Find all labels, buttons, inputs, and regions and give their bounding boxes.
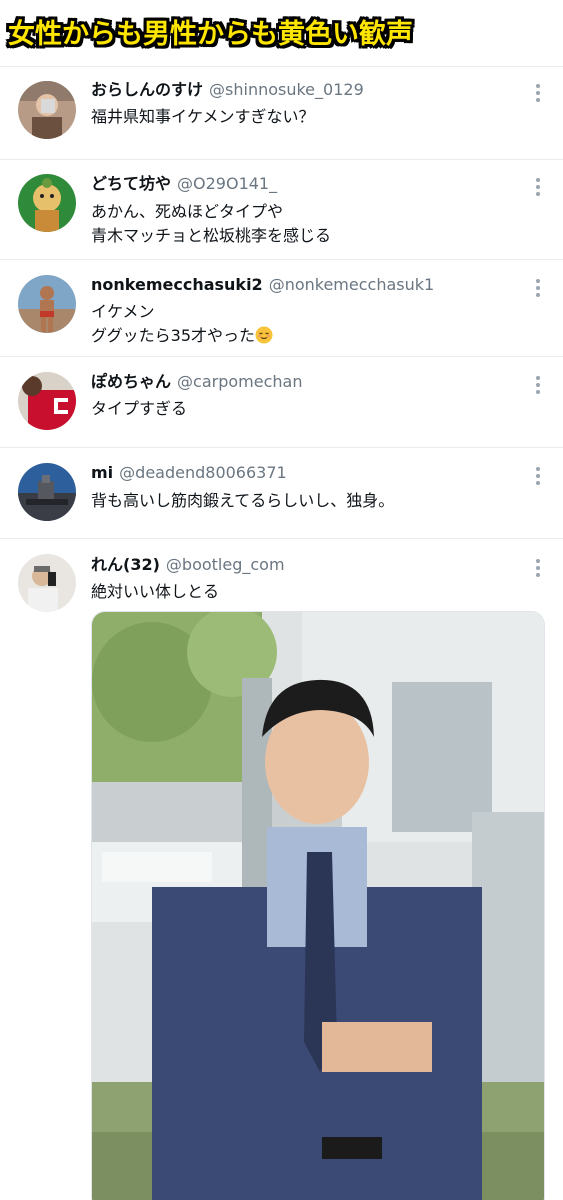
user-handle[interactable]: @nonkemecchasuk1 <box>269 275 435 294</box>
title-banner: 女性からも男性からも黄色い歓声 <box>0 0 563 66</box>
tweet-5[interactable]: mi @deadend80066371 背も高いし筋肉鍛えてるらしいし、独身。 <box>0 447 563 538</box>
tweet-4[interactable]: ぽめちゃん @carpomechan タイプすぎる <box>0 356 563 447</box>
tweet-text-segment: ググッたら35才やった <box>91 326 256 345</box>
user-name[interactable]: おらしんのすけ <box>91 80 203 99</box>
user-name[interactable]: nonkemecchasuki2 <box>91 275 263 294</box>
tweet-text: 背も高いし筋肉鍛えてるらしいし、独身。 <box>91 491 395 510</box>
user-handle[interactable]: @carpomechan <box>177 372 302 391</box>
user-name[interactable]: れん(32) <box>91 555 160 574</box>
tweet-2[interactable]: どちて坊や @O29O141_ あかん、死ぬほどタイプや 青木マッチョと松坂桃李を… <box>0 159 563 259</box>
avatar[interactable] <box>18 174 76 232</box>
user-handle[interactable]: @O29O141_ <box>177 174 277 193</box>
more-vertical-icon[interactable] <box>535 376 541 396</box>
avatar[interactable] <box>18 372 76 430</box>
more-vertical-icon[interactable] <box>535 178 541 198</box>
user-name[interactable]: ぽめちゃん <box>91 372 171 391</box>
user-handle[interactable]: @shinnosuke_0129 <box>209 80 364 99</box>
tweet-1[interactable]: おらしんのすけ @shinnosuke_0129 福井県知事イケメンすぎない？ <box>0 66 563 159</box>
more-vertical-icon[interactable] <box>535 84 541 104</box>
relieved-face-emoji-icon <box>255 326 273 344</box>
avatar[interactable] <box>18 275 76 333</box>
more-vertical-icon[interactable] <box>535 467 541 487</box>
tweet-text: 福井県知事イケメンすぎない？ <box>91 107 315 126</box>
tweet-text: イケメン <box>91 302 155 321</box>
tweet-photo[interactable] <box>91 611 545 1200</box>
user-name[interactable]: mi <box>91 463 113 482</box>
tweet-3[interactable]: nonkemecchasuki2 @nonkemecchasuk1 イケメン ググ… <box>0 259 563 356</box>
tweet-text: あかん、死ぬほどタイプや <box>91 202 284 221</box>
user-handle[interactable]: @bootleg_com <box>166 555 285 574</box>
avatar[interactable] <box>18 463 76 521</box>
avatar[interactable] <box>18 554 76 612</box>
avatar[interactable] <box>18 81 76 139</box>
more-vertical-icon[interactable] <box>535 559 541 579</box>
tweet-text: 青木マッチョと松坂桃李を感じる <box>91 226 332 245</box>
tweet-text: 絶対いい体しとる <box>91 582 220 601</box>
tweet-text: ググッたら35才やった <box>91 324 273 348</box>
user-name[interactable]: どちて坊や <box>91 174 171 193</box>
user-handle[interactable]: @deadend80066371 <box>119 463 287 482</box>
tweet-text: タイプすぎる <box>91 399 188 418</box>
more-vertical-icon[interactable] <box>535 279 541 299</box>
banner-title: 女性からも男性からも黄色い歓声 <box>8 19 413 50</box>
